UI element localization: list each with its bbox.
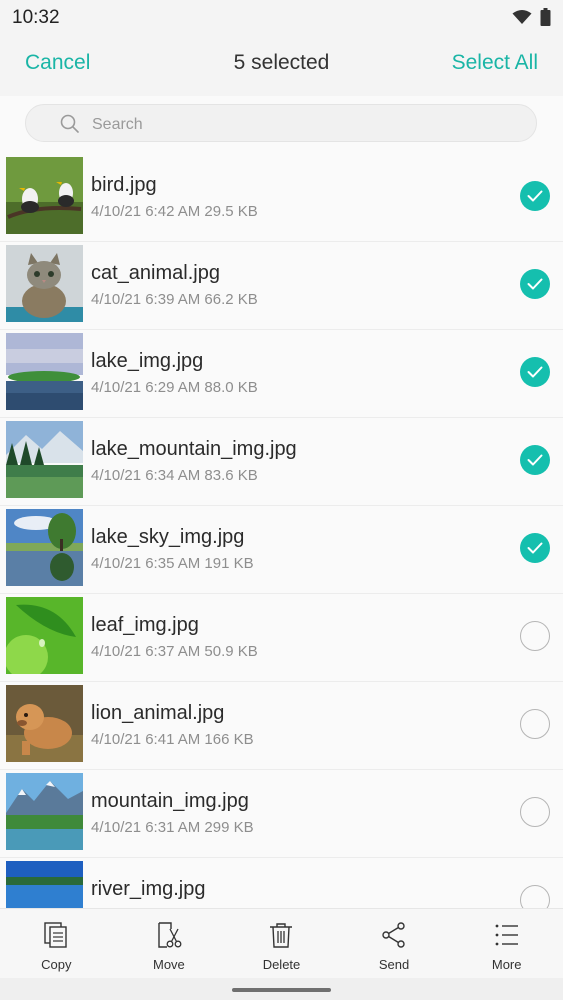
selected-checkbox[interactable] <box>520 533 550 563</box>
battery-icon <box>540 8 551 31</box>
file-name: lake_sky_img.jpg <box>91 526 245 548</box>
file-row-leaf[interactable]: leaf_img.jpg 4/10/21 6:37 AM 50.9 KB <box>0 594 563 682</box>
wifi-icon <box>512 9 532 30</box>
file-name: lake_mountain_img.jpg <box>91 438 297 460</box>
file-meta: 4/10/21 6:41 AM 166 KB <box>91 731 254 748</box>
delete-button[interactable]: Delete <box>225 909 338 978</box>
search-icon <box>60 114 80 139</box>
more-label: More <box>491 957 522 972</box>
trash-icon <box>267 921 295 954</box>
status-icons <box>512 8 551 31</box>
select-all-button[interactable]: Select All <box>452 51 538 75</box>
file-meta: 4/10/21 6:35 AM 191 KB <box>91 555 254 572</box>
navigation-bar <box>0 978 563 1000</box>
file-name: river_img.jpg <box>91 878 206 900</box>
file-row-lion[interactable]: lion_animal.jpg 4/10/21 6:41 AM 166 KB <box>0 682 563 770</box>
copy-icon <box>42 921 70 954</box>
search-box[interactable] <box>25 104 537 142</box>
more-menu-icon <box>493 921 521 954</box>
move-button[interactable]: Move <box>113 909 226 978</box>
file-name: bird.jpg <box>91 174 157 196</box>
status-bar: 10:32 <box>0 0 563 34</box>
checkmark-icon <box>527 190 543 202</box>
unselected-checkbox[interactable] <box>520 709 550 739</box>
file-meta: 4/10/21 6:42 AM 29.5 KB <box>91 203 258 220</box>
unselected-checkbox[interactable] <box>520 797 550 827</box>
checkmark-icon <box>527 366 543 378</box>
file-name: lake_img.jpg <box>91 350 204 372</box>
thumbnail-cat <box>6 245 83 322</box>
file-row-lake-mountain[interactable]: lake_mountain_img.jpg 4/10/21 6:34 AM 83… <box>0 418 563 506</box>
copy-button[interactable]: Copy <box>0 909 113 978</box>
checkmark-icon <box>527 454 543 466</box>
file-row-lake-sky[interactable]: lake_sky_img.jpg 4/10/21 6:35 AM 191 KB <box>0 506 563 594</box>
thumbnail-bird <box>6 157 83 234</box>
file-meta: 4/10/21 6:29 AM 88.0 KB <box>91 379 258 396</box>
selected-checkbox[interactable] <box>520 181 550 211</box>
file-row-cat[interactable]: cat_animal.jpg 4/10/21 6:39 AM 66.2 KB <box>0 242 563 330</box>
file-name: lion_animal.jpg <box>91 702 225 724</box>
file-row-river[interactable]: river_img.jpg <box>0 858 563 908</box>
search-bar <box>0 96 563 154</box>
selected-checkbox[interactable] <box>520 357 550 387</box>
share-icon <box>380 921 408 954</box>
selected-checkbox[interactable] <box>520 445 550 475</box>
file-row-lake[interactable]: lake_img.jpg 4/10/21 6:29 AM 88.0 KB <box>0 330 563 418</box>
checkmark-icon <box>527 278 543 290</box>
send-button[interactable]: Send <box>338 909 451 978</box>
thumbnail-mountain <box>6 773 83 850</box>
thumbnail-lake-sky <box>6 509 83 586</box>
file-meta: 4/10/21 6:34 AM 83.6 KB <box>91 467 258 484</box>
send-label: Send <box>378 957 410 972</box>
action-bar: Cancel 5 selected Select All <box>0 34 563 96</box>
thumbnail-lion <box>6 685 83 762</box>
move-label: Move <box>152 957 185 972</box>
search-input[interactable] <box>90 113 514 137</box>
checkmark-icon <box>527 542 543 554</box>
file-name: cat_animal.jpg <box>91 262 220 284</box>
thumbnail-lake <box>6 333 83 410</box>
file-row-mountain[interactable]: mountain_img.jpg 4/10/21 6:31 AM 299 KB <box>0 770 563 858</box>
unselected-checkbox[interactable] <box>520 885 550 908</box>
file-row-bird[interactable]: bird.jpg 4/10/21 6:42 AM 29.5 KB <box>0 154 563 242</box>
thumbnail-river <box>6 861 83 908</box>
file-meta: 4/10/21 6:37 AM 50.9 KB <box>91 643 258 660</box>
file-name: leaf_img.jpg <box>91 614 199 636</box>
file-name: mountain_img.jpg <box>91 790 249 812</box>
copy-label: Copy <box>41 957 72 972</box>
delete-label: Delete <box>262 957 301 972</box>
move-icon <box>155 921 183 954</box>
home-gesture-handle[interactable] <box>232 988 331 992</box>
more-button[interactable]: More <box>450 909 563 978</box>
file-list: bird.jpg 4/10/21 6:42 AM 29.5 KB cat_ani… <box>0 154 563 908</box>
thumbnail-leaf <box>6 597 83 674</box>
file-meta: 4/10/21 6:31 AM 299 KB <box>91 819 254 836</box>
bottom-toolbar: Copy Move Delete Send More <box>0 908 563 978</box>
status-time: 10:32 <box>12 7 60 28</box>
unselected-checkbox[interactable] <box>520 621 550 651</box>
thumbnail-lake-mountain <box>6 421 83 498</box>
file-meta: 4/10/21 6:39 AM 66.2 KB <box>91 291 258 308</box>
selected-checkbox[interactable] <box>520 269 550 299</box>
